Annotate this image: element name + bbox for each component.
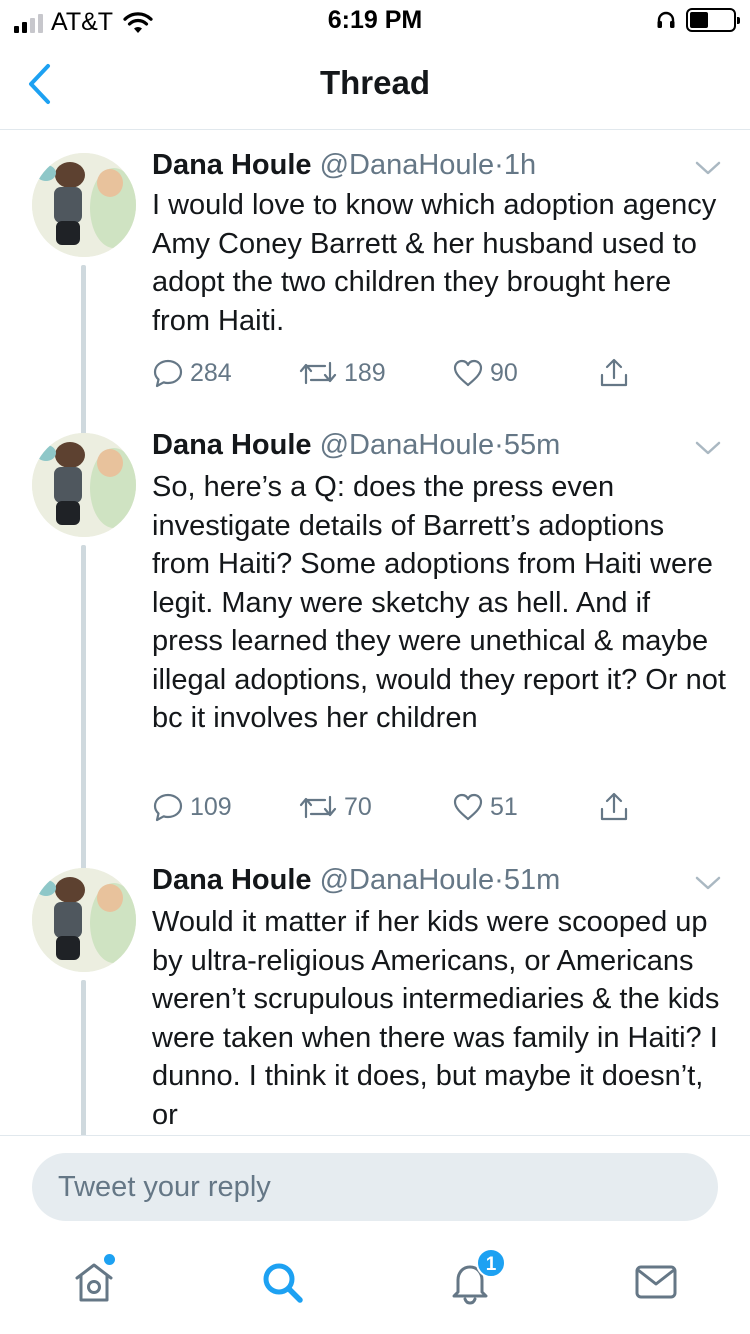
- tweet-time: 1h: [503, 149, 537, 181]
- like-count: 90: [490, 358, 518, 387]
- thread-line: [81, 411, 86, 435]
- battery-icon: [686, 8, 740, 32]
- tweet-author-name[interactable]: Dana Houle: [152, 429, 320, 461]
- reply-button[interactable]: 109: [152, 791, 232, 823]
- status-right: [656, 8, 740, 32]
- tweet-time: 51m: [503, 864, 561, 896]
- tab-messages[interactable]: [632, 1258, 680, 1306]
- thread-line: [81, 980, 86, 1135]
- thread-line: [81, 545, 86, 861]
- avatar[interactable]: [32, 433, 136, 537]
- avatar[interactable]: [32, 153, 136, 257]
- share-button[interactable]: [598, 791, 630, 823]
- tweet-author-handle[interactable]: @DanaHoule: [320, 429, 495, 461]
- like-button[interactable]: 90: [452, 357, 518, 389]
- reply-button[interactable]: 284: [152, 357, 232, 389]
- tweet-header: Dana Houle @DanaHoule·55m: [152, 429, 560, 462]
- like-button[interactable]: 51: [452, 791, 518, 823]
- tweet-author-handle[interactable]: @DanaHoule: [320, 864, 495, 896]
- retweet-count: 70: [344, 792, 372, 821]
- tweet-author-name[interactable]: Dana Houle: [152, 864, 320, 896]
- status-bar: AT&T 6:19 PM: [0, 0, 750, 40]
- nav-bar: Thread: [0, 40, 750, 130]
- reply-bar: [0, 1135, 750, 1235]
- tweet-author-handle[interactable]: @DanaHoule: [320, 149, 495, 181]
- thread-line: [81, 846, 86, 870]
- thread-line: [81, 265, 86, 421]
- share-icon: [600, 358, 628, 387]
- reply-count: 284: [190, 358, 232, 387]
- chevron-down-icon[interactable]: [694, 438, 722, 458]
- chevron-down-icon[interactable]: [694, 873, 722, 893]
- chevron-down-icon[interactable]: [694, 158, 722, 178]
- page-title: Thread: [319, 64, 431, 101]
- retweet-button[interactable]: 189: [298, 357, 386, 389]
- reply-icon: [153, 359, 183, 388]
- tweet-separator: ·: [494, 149, 504, 181]
- notifications-badge: 1: [476, 1248, 506, 1278]
- avatar-photo: [32, 868, 136, 972]
- tweet-actions: 109 70 51: [152, 791, 652, 831]
- tweet-time: 55m: [503, 429, 561, 461]
- tweet-text: So, here’s a Q: does the press even inve…: [152, 471, 726, 734]
- tweet[interactable]: Dana Houle @DanaHoule·1h I would love to…: [0, 131, 750, 421]
- tweet-header: Dana Houle @DanaHoule·51m: [152, 864, 560, 897]
- reply-input[interactable]: [32, 1153, 718, 1221]
- reply-icon: [153, 793, 183, 822]
- tweet-header: Dana Houle @DanaHoule·1h: [152, 149, 536, 182]
- tweet[interactable]: Dana Houle @DanaHoule·51m Would it matte…: [0, 846, 750, 1135]
- new-content-dot: [104, 1254, 115, 1265]
- share-button[interactable]: [598, 357, 630, 389]
- tweet-actions: 284 189 90: [152, 357, 652, 397]
- avatar[interactable]: [32, 868, 136, 972]
- status-time: 6:19 PM: [327, 6, 423, 34]
- tab-home[interactable]: [70, 1254, 118, 1306]
- tab-notifications[interactable]: 1: [446, 1248, 506, 1306]
- tweet-text: Would it matter if her kids were scooped…: [152, 906, 720, 1131]
- retweet-icon: [299, 795, 337, 819]
- tweet[interactable]: Dana Houle @DanaHoule·55m So, here’s a Q…: [0, 411, 750, 861]
- like-count: 51: [490, 792, 518, 821]
- home-icon: [75, 1263, 113, 1302]
- tweet-text: I would love to know which adoption agen…: [152, 189, 717, 337]
- reply-count: 109: [190, 792, 232, 821]
- search-icon: [263, 1263, 303, 1303]
- tweet-author-name[interactable]: Dana Houle: [152, 149, 320, 181]
- tweet-separator: ·: [494, 864, 504, 896]
- tab-bar: 1: [0, 1236, 750, 1334]
- avatar-photo: [32, 153, 136, 257]
- headphones-icon: [657, 11, 675, 28]
- avatar-photo: [32, 433, 136, 537]
- tweet-separator: ·: [494, 429, 504, 461]
- tab-search[interactable]: [258, 1258, 306, 1306]
- messages-icon: [635, 1265, 677, 1299]
- retweet-icon: [299, 361, 337, 385]
- heart-icon: [453, 359, 483, 387]
- retweet-button[interactable]: 70: [298, 791, 372, 823]
- retweet-count: 189: [344, 358, 386, 387]
- share-icon: [600, 792, 628, 821]
- heart-icon: [453, 793, 483, 821]
